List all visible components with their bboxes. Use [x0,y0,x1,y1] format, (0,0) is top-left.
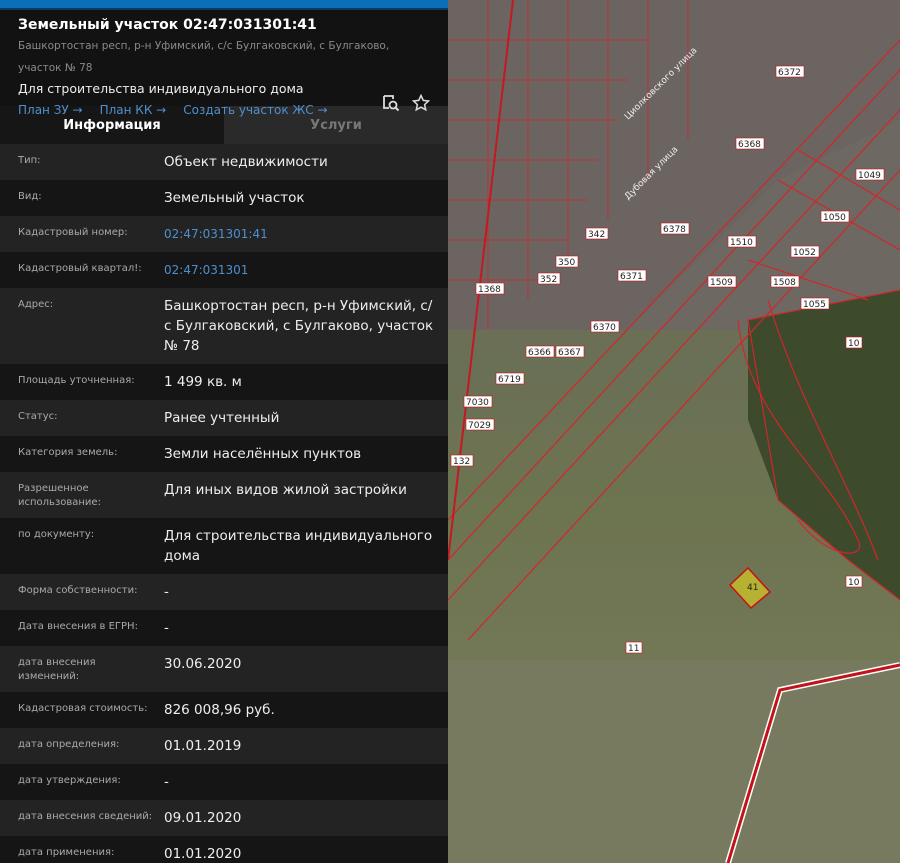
object-header: Земельный участок 02:47:031301:41 Башкор… [0,10,448,117]
info-label: Вид: [18,191,42,202]
info-label: Адрес: [18,299,54,310]
info-row: Площадь уточненная: 1 499 кв. м [0,364,448,400]
info-value: - [164,774,169,790]
map-label: 1509 [710,278,733,288]
info-label: Разрешенное использование: [18,483,101,508]
info-table: Тип: Объект недвижимости Вид: Земельный уча… [0,144,448,863]
map-label: 132 [453,457,470,467]
info-row: Вид: Земельный участок [0,180,448,216]
map-label: 1049 [858,171,881,181]
map-label: 6371 [620,272,643,282]
map-label: 350 [558,258,575,268]
plan-zu-link[interactable]: План ЗУ → [18,103,83,117]
info-value: Земли населённых пунктов [164,446,362,462]
info-label: Кадастровый номер: [18,227,128,238]
info-value: Объект недвижимости [164,154,328,170]
forest-area [748,290,900,600]
map-label: 1052 [793,248,816,258]
info-label: Категория земель: [18,447,118,458]
info-value: Ранее учтенный [164,410,280,426]
map-label: 352 [540,275,557,285]
map-label: 6366 [528,348,551,358]
info-label: Форма собственности: [18,585,138,596]
create-plot-link[interactable]: Создать участок ЖС → [183,103,327,117]
info-label: Площадь уточненная: [18,375,135,386]
info-row: дата определения: 01.01.2019 [0,728,448,764]
map-label: 11 [628,644,639,654]
map-label: 6368 [738,140,761,150]
map-label: 10 [848,578,860,588]
map-label: 6719 [498,375,521,385]
info-row: Адрес: Башкортостан респ, р-н Уфимский, с… [0,288,448,364]
map-label: 10 [848,339,860,349]
info-row: по документу: Для строительства индивидуа… [0,518,448,574]
map-label: 7029 [468,421,491,431]
info-value: Башкортостан респ, р-н Уфимский, с/с Бул… [164,298,434,354]
info-row: дата утверждения: - [0,764,448,800]
info-row: Форма собственности: - [0,574,448,610]
map-canvas[interactable]: 6372 6368 1049 1050 1052 1510 1509 1508 1055 6378… [448,0,900,863]
info-value: 30.06.2020 [164,656,242,672]
map-label: 6372 [778,68,801,78]
info-row: Кадастровый номер: 02:47:031301:41 [0,216,448,252]
info-row: дата применения: 01.01.2020 [0,836,448,863]
info-label: дата внесения сведений: [18,811,153,822]
info-value[interactable]: 02:47:031301 [164,260,448,280]
object-title: Земельный участок 02:47:031301:41 [18,17,317,33]
info-label: дата применения: [18,847,115,858]
info-value: 826 008,96 руб. [164,702,275,718]
top-bar [0,0,448,10]
info-row: Тип: Объект недвижимости [0,144,448,180]
info-label: Кадастровый квартал!: [18,263,142,274]
info-value: - [164,584,169,600]
info-row: Категория земель: Земли населённых пункто… [0,436,448,472]
info-label: Кадастровая стоимость: [18,703,148,714]
info-label: дата внесения изменений: [18,657,96,682]
info-value: - [164,620,169,636]
info-label: Статус: [18,411,58,422]
map-label: 342 [588,230,605,240]
info-label: по документу: [18,529,95,540]
info-value: 01.01.2019 [164,738,242,754]
map-label: 6370 [593,323,616,333]
info-row: Дата внесения в ЕГРН: - [0,610,448,646]
info-row: дата внесения изменений: 30.06.2020 [0,646,448,692]
map-label: 6367 [558,348,581,358]
info-value: Земельный участок [164,190,305,206]
map-view[interactable]: 6372 6368 1049 1050 1052 1510 1509 1508 1055 6378… [448,0,900,863]
map-label: 1055 [803,300,826,310]
object-address: Башкортостан респ, р-н Уфимский, с/с Бул… [18,40,390,74]
map-label: 1368 [478,285,501,295]
info-row: Разрешенное использование: Для иных видов… [0,472,448,518]
map-label: 6378 [663,225,686,235]
star-icon[interactable] [411,93,431,116]
info-panel: Земельный участок 02:47:031301:41 Башкор… [0,0,448,863]
info-label: дата определения: [18,739,120,750]
info-value: 09.01.2020 [164,810,242,826]
info-row: Кадастровый квартал!: 02:47:031301 [0,252,448,288]
object-purpose: Для строительства индивидуального дома [18,81,304,96]
search-map-icon[interactable] [382,94,400,116]
map-label: 1510 [730,238,753,248]
info-value: Для иных видов жилой застройки [164,482,407,498]
info-label: Дата внесения в ЕГРН: [18,621,138,632]
plan-kk-link[interactable]: План КК → [100,103,167,117]
info-value: 01.01.2020 [164,846,242,862]
info-value: 1 499 кв. м [164,374,242,390]
info-value: Для строительства индивидуального дома [164,528,433,564]
info-row: Статус: Ранее учтенный [0,400,448,436]
map-label: 7030 [466,398,489,408]
info-row: дата внесения сведений: 09.01.2020 [0,800,448,836]
map-label: 1050 [823,213,846,223]
info-label: Тип: [18,155,41,166]
info-row: Кадастровая стоимость: 826 008,96 руб. [0,692,448,728]
map-label: 1508 [773,278,796,288]
info-value[interactable]: 02:47:031301:41 [164,224,448,244]
map-label: 41 [747,583,758,593]
info-label: дата утверждения: [18,775,121,786]
